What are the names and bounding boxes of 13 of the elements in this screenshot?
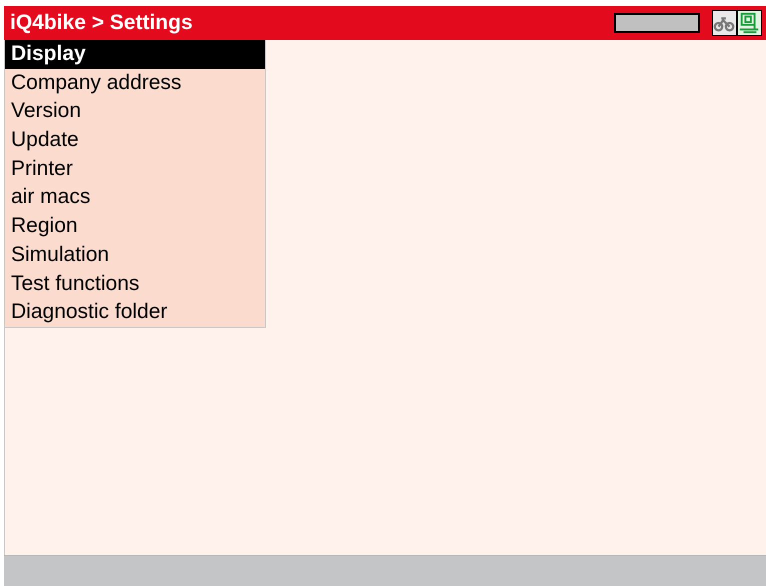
- menu-item[interactable]: Printer: [5, 154, 265, 184]
- menu-item[interactable]: Region: [5, 212, 265, 241]
- menu-item[interactable]: Test functions: [5, 270, 265, 298]
- menu-item[interactable]: air macs: [5, 183, 265, 212]
- menu-item[interactable]: Version: [5, 97, 265, 126]
- menu-item[interactable]: Company address: [5, 68, 265, 98]
- menu-item[interactable]: Diagnostic folder: [5, 298, 265, 327]
- menu-item[interactable]: Update: [5, 126, 265, 155]
- window-title: iQ4bike > Settings: [10, 10, 193, 36]
- menu-item[interactable]: Display: [5, 40, 265, 69]
- bicycle-icon[interactable]: [712, 10, 737, 36]
- menu-item[interactable]: Simulation: [5, 240, 265, 270]
- computer-icon[interactable]: [737, 10, 762, 36]
